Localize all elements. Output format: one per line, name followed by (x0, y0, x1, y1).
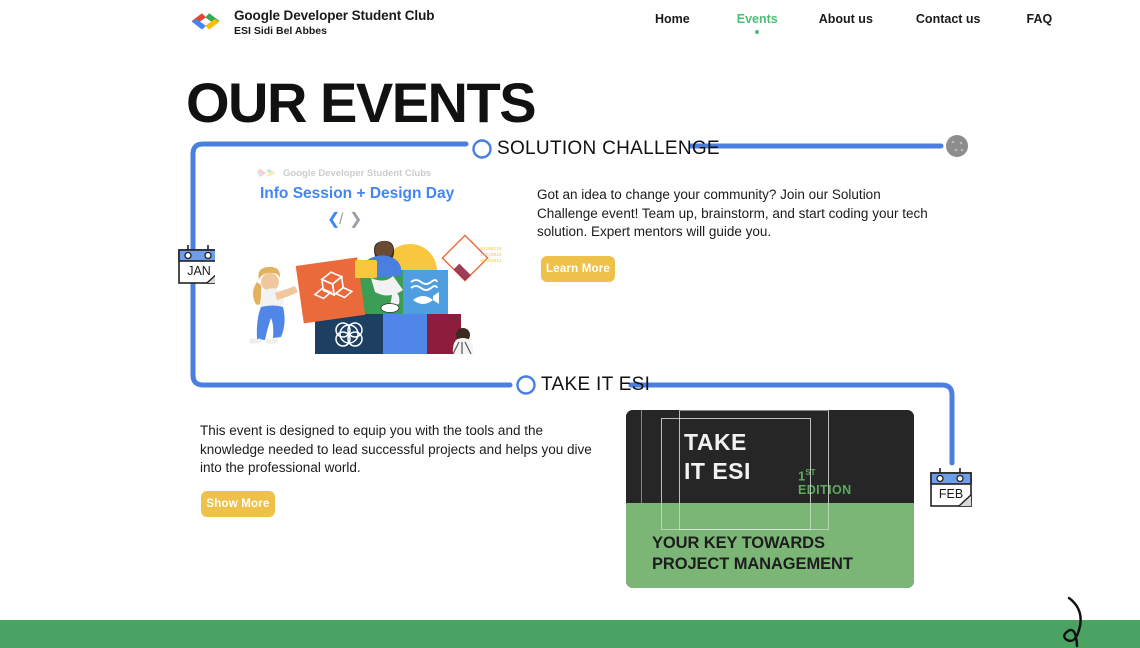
edition-suffix: ST (805, 468, 816, 477)
nav-item-contact-us[interactable]: Contact us (916, 12, 981, 26)
timeline-end-marker-icon (946, 135, 968, 157)
squiggle-curve-icon (1063, 596, 1082, 648)
svg-text:11010010: 11010010 (480, 252, 502, 258)
poster-tagline-line1: YOUR KEY TOWARDS (652, 534, 825, 552)
show-more-button[interactable]: Show More (201, 491, 275, 517)
section-label-solution-challenge: SOLUTION CHALLENGE (497, 138, 720, 159)
poster-title: TAKE IT ESI (684, 428, 751, 486)
svg-text:Info Session + Design Day: Info Session + Design Day (260, 185, 455, 202)
svg-text:JAN: JAN (187, 264, 211, 278)
learn-more-button[interactable]: Learn More (541, 256, 615, 282)
nav-item-about-us[interactable]: About us (819, 12, 873, 26)
poster-tagline: YOUR KEY TOWARDS PROJECT MANAGEMENT (652, 533, 853, 575)
events-page: Google Developer Student Club ESI Sidi B… (0, 0, 1140, 648)
timeline-connector (190, 135, 968, 466)
take-it-esi-poster-image[interactable]: TAKE IT ESI 1ST EDITION YOUR KEY TOWARDS… (626, 410, 914, 588)
nav-label: Home (655, 12, 690, 26)
gdsc-chevron-logo-icon (191, 13, 220, 30)
solution-challenge-poster-image[interactable]: Google Developer Student Clubs Info Sess… (215, 160, 525, 362)
poster-edition-word: EDITION (798, 483, 852, 498)
brand-text: Google Developer Student Club ESI Sidi B… (234, 8, 434, 38)
timeline-node-solution-challenge-icon (472, 139, 492, 159)
svg-text:❯: ❯ (349, 211, 362, 228)
page-title: OUR EVENTS (186, 71, 537, 134)
svg-text:Google Developer Student Clubs: Google Developer Student Clubs (283, 168, 431, 179)
nav-label: Events (736, 12, 778, 26)
svg-text:/: / (339, 211, 344, 228)
brand-title: Google Developer Student Club (234, 8, 435, 23)
footer-green-band (0, 620, 1140, 648)
poster-tagline-line2: PROJECT MANAGEMENT (652, 555, 853, 573)
poster-edition-badge: 1ST EDITION (798, 466, 852, 497)
poster-bottom-green-panel: YOUR KEY TOWARDS PROJECT MANAGEMENT (626, 410, 914, 588)
info-session-illustration: Google Developer Student Clubs Info Sess… (249, 168, 502, 355)
nav-item-home[interactable]: Home (655, 12, 690, 26)
brand-subtitle: ESI Sidi Bel Abbes (234, 25, 327, 37)
poster-top-dark-panel: TAKE IT ESI 1ST EDITION (626, 410, 914, 530)
nav-label: About us (818, 12, 873, 26)
nav-item-events[interactable]: Events (736, 12, 778, 34)
poster-title-line1: TAKE (684, 429, 747, 455)
solution-challenge-description: Got an idea to change your community? Jo… (537, 187, 928, 239)
section-label-take-it-esi: TAKE IT ESI (541, 374, 651, 395)
svg-text:FEB: FEB (939, 487, 963, 501)
brand-logo-area[interactable]: Google Developer Student Club ESI Sidi B… (188, 8, 434, 38)
site-header: Google Developer Student Club ESI Sidi B… (0, 0, 1140, 48)
main-navigation: Home Events About us Contact us FAQ (655, 12, 1053, 34)
nav-active-dot-icon (755, 30, 760, 34)
nav-label: Contact us (915, 12, 981, 26)
poster-edition-number: 1ST (798, 466, 852, 482)
poster-title-line2: IT ESI (684, 458, 751, 484)
timeline-node-take-it-esi-icon (516, 375, 536, 395)
svg-text:00101011: 00101011 (480, 258, 502, 264)
nav-item-faq[interactable]: FAQ (1027, 12, 1053, 26)
calendar-feb-icon: FEB (930, 468, 972, 507)
nav-label: FAQ (1026, 12, 1053, 26)
take-it-esi-description: This event is designed to equip you with… (200, 423, 592, 475)
svg-text:01100110: 01100110 (480, 246, 502, 252)
